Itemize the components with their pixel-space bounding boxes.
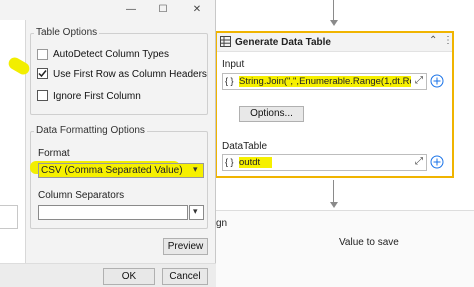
- flow-connector-bottom: [333, 180, 334, 202]
- column-separators-label: Column Separators: [38, 190, 125, 201]
- format-dropdown[interactable]: CSV (Comma Separated Value) ▾: [38, 163, 204, 178]
- format-selected-value: CSV (Comma Separated Value): [41, 165, 183, 176]
- activity-header: Generate Data Table ⌃ ⋮: [217, 33, 453, 52]
- chevron-down-icon[interactable]: ▾: [193, 164, 198, 175]
- data-table-icon: [220, 36, 231, 50]
- cancel-button[interactable]: Cancel: [162, 268, 208, 285]
- ignore-first-column-checkbox[interactable]: [37, 90, 48, 101]
- separators-dropdown-button[interactable]: ▾: [189, 205, 204, 220]
- panel-partial-text: gn: [216, 218, 228, 229]
- input-expression-text: String.Join(",",Enumerable.Range(1,dt.Ro…: [239, 76, 411, 87]
- first-row-headers-label: Use First Row as Column Headers: [53, 69, 207, 80]
- chevron-down-icon: ▾: [193, 206, 198, 216]
- options-button[interactable]: Options...: [239, 106, 304, 122]
- value-to-save-column: Value to save: [339, 237, 399, 248]
- activity-title: Generate Data Table: [235, 37, 331, 48]
- ok-button[interactable]: OK: [103, 268, 155, 285]
- ignore-first-column-label: Ignore First Column: [53, 91, 141, 102]
- input-expression-field[interactable]: { } String.Join(",",Enumerable.Range(1,d…: [222, 73, 427, 90]
- preview-button[interactable]: Preview: [163, 238, 208, 255]
- more-options-icon[interactable]: ⋮: [443, 35, 453, 46]
- maximize-button[interactable]: ☐: [154, 4, 172, 15]
- expression-prefix-icon: { }: [225, 76, 234, 86]
- expand-editor-icon[interactable]: ⤢: [415, 156, 423, 167]
- input-label: Input: [222, 59, 245, 70]
- datatable-prefix-icon: { }: [225, 157, 234, 167]
- datatable-value-text: outdt: [239, 157, 273, 168]
- flow-arrow-bottom: [330, 202, 338, 208]
- close-button[interactable]: ✕: [188, 4, 206, 15]
- data-formatting-label: Data Formatting Options: [34, 125, 147, 136]
- generate-data-table-activity[interactable]: Generate Data Table ⌃ ⋮ Input { } String…: [215, 31, 454, 178]
- autodetect-checkbox[interactable]: [37, 49, 48, 60]
- add-output-icon[interactable]: [430, 155, 444, 172]
- flow-arrow-top: [330, 20, 338, 26]
- datatable-output-field[interactable]: { } outdt ⤢: [222, 154, 427, 171]
- column-separators-field[interactable]: [38, 205, 188, 220]
- datatable-label: DataTable: [222, 141, 268, 152]
- collapse-icon[interactable]: ⌃: [429, 35, 437, 46]
- checkmark-icon: [38, 70, 47, 78]
- flow-connector-top: [333, 0, 334, 20]
- first-row-headers-checkbox[interactable]: [37, 68, 48, 79]
- autodetect-label: AutoDetect Column Types: [53, 49, 169, 60]
- background-pane-field: [0, 205, 18, 229]
- format-label: Format: [38, 148, 70, 159]
- add-input-icon[interactable]: [430, 74, 444, 91]
- minimize-button[interactable]: —: [122, 4, 140, 15]
- table-options-label: Table Options: [34, 27, 100, 38]
- table-options-dialog: — ☐ ✕ Table Options AutoDetect Column Ty…: [0, 0, 216, 287]
- expand-editor-icon[interactable]: ⤢: [415, 75, 423, 86]
- properties-panel: gn Value to save: [216, 210, 474, 287]
